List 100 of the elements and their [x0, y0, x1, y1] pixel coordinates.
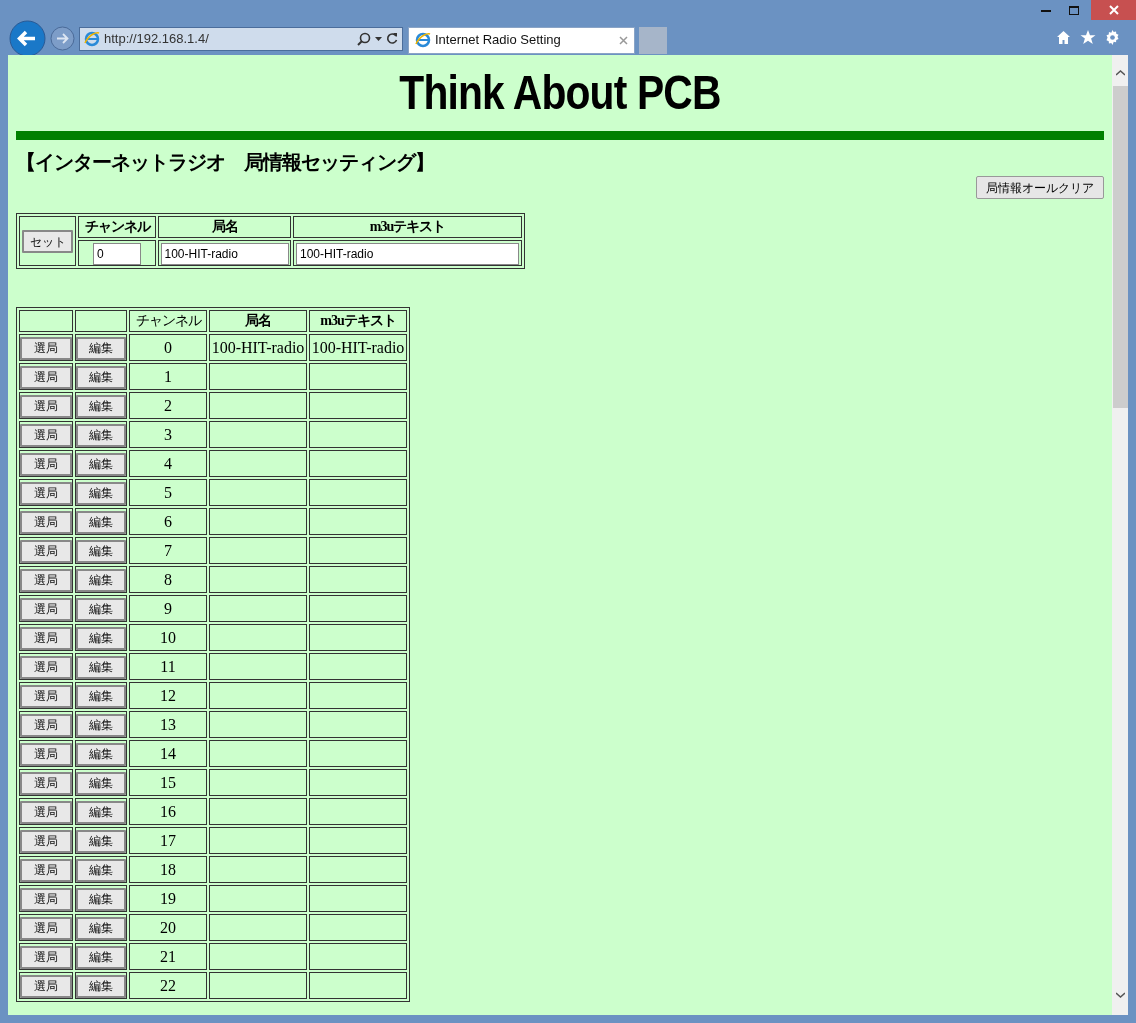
select-station-button[interactable]: 選局 [20, 974, 72, 998]
minimize-icon[interactable] [1041, 10, 1051, 13]
home-icon[interactable] [1056, 30, 1071, 45]
edit-button[interactable]: 編集 [76, 945, 126, 969]
scroll-down-icon[interactable] [1115, 992, 1125, 998]
page-heading: 【インターネットラジオ 局情報セッティング】 [16, 150, 435, 174]
refresh-icon[interactable] [386, 32, 398, 45]
select-station-button[interactable]: 選局 [20, 365, 72, 389]
edit-button[interactable]: 編集 [76, 858, 126, 882]
select-station-button[interactable]: 選局 [20, 684, 72, 708]
table-cell: 21 [129, 943, 207, 970]
select-station-button[interactable]: 選局 [20, 568, 72, 592]
select-station-button[interactable]: 選局 [20, 539, 72, 563]
column-header: 局名 [209, 310, 307, 332]
edit-button[interactable]: 編集 [76, 742, 126, 766]
table-cell: 8 [129, 566, 207, 593]
select-station-button[interactable]: 選局 [20, 423, 72, 447]
forward-icon[interactable] [50, 26, 75, 51]
table-cell: 17 [129, 827, 207, 854]
dropdown-caret-icon[interactable] [375, 36, 382, 41]
edit-button[interactable]: 編集 [76, 974, 126, 998]
table-cell: 9 [129, 595, 207, 622]
edit-button[interactable]: 編集 [76, 916, 126, 940]
edit-button[interactable]: 編集 [76, 481, 126, 505]
select-station-button[interactable]: 選局 [20, 481, 72, 505]
clear-all-button[interactable]: 局情報オールクリア [976, 176, 1104, 199]
table-cell: 0 [129, 334, 207, 361]
star-icon[interactable] [1080, 30, 1096, 45]
table-cell: 10 [129, 624, 207, 651]
select-station-button[interactable]: 選局 [20, 394, 72, 418]
edit-button[interactable]: 編集 [76, 829, 126, 853]
channel-input[interactable]: 0 [93, 243, 141, 265]
column-header: チャンネル [129, 310, 207, 332]
tab-title: Internet Radio Setting [435, 31, 562, 50]
table-cell: 3 [129, 421, 207, 448]
table-cell: 15 [129, 769, 207, 796]
back-icon[interactable] [9, 20, 46, 57]
edit-button[interactable]: 編集 [76, 626, 126, 650]
select-station-button[interactable]: 選局 [20, 916, 72, 940]
column-header: m3uテキスト [309, 310, 407, 332]
edit-button[interactable]: 編集 [76, 539, 126, 563]
browser-logo-icon [415, 32, 431, 48]
table-cell: 14 [129, 740, 207, 767]
edit-button[interactable]: 編集 [76, 365, 126, 389]
close-button[interactable] [1091, 0, 1136, 20]
select-station-button[interactable]: 選局 [20, 597, 72, 621]
column-header: 局名 [158, 216, 291, 238]
browser-logo-icon [84, 30, 100, 47]
edit-button[interactable]: 編集 [76, 887, 126, 911]
select-station-button[interactable]: 選局 [20, 887, 72, 911]
edit-button[interactable]: 編集 [76, 568, 126, 592]
close-icon [1108, 5, 1119, 15]
table-cell: 19 [129, 885, 207, 912]
close-icon[interactable] [619, 35, 628, 45]
edit-button[interactable]: 編集 [76, 800, 126, 824]
select-station-button[interactable]: 選局 [20, 771, 72, 795]
browser-tab[interactable]: Internet Radio Setting [408, 26, 635, 54]
edit-button[interactable]: 編集 [76, 771, 126, 795]
edit-button[interactable]: 編集 [76, 423, 126, 447]
table-cell: 6 [129, 508, 207, 535]
edit-button[interactable]: 編集 [76, 452, 126, 476]
table-cell: 7 [129, 537, 207, 564]
column-header: m3uテキスト [293, 216, 522, 238]
edit-button[interactable]: 編集 [76, 655, 126, 679]
edit-button[interactable]: 編集 [76, 510, 126, 534]
table-cell: 16 [129, 798, 207, 825]
edit-button[interactable]: 編集 [76, 336, 126, 360]
edit-button[interactable]: 編集 [76, 713, 126, 737]
table-cell: 100-HIT-radio [209, 334, 307, 361]
edit-button[interactable]: 編集 [76, 394, 126, 418]
table-cell: 11 [129, 653, 207, 680]
select-station-button[interactable]: 選局 [20, 742, 72, 766]
select-station-button[interactable]: 選局 [20, 452, 72, 476]
settings-icon[interactable] [1105, 30, 1120, 45]
station-name-input[interactable]: 100-HIT-radio [160, 243, 289, 265]
search-icon[interactable] [357, 31, 371, 46]
select-station-button[interactable]: 選局 [20, 510, 72, 534]
edit-button[interactable]: 編集 [76, 684, 126, 708]
table-cell: 2 [129, 392, 207, 419]
table-cell: 12 [129, 682, 207, 709]
m3u-text-input[interactable]: 100-HIT-radio [296, 243, 519, 265]
maximize-icon[interactable] [1069, 6, 1079, 15]
select-station-button[interactable]: 選局 [20, 829, 72, 853]
select-station-button[interactable]: 選局 [20, 945, 72, 969]
select-station-button[interactable]: 選局 [20, 713, 72, 737]
select-station-button[interactable]: 選局 [20, 858, 72, 882]
edit-button[interactable]: 編集 [76, 597, 126, 621]
set-button[interactable]: セット [22, 230, 73, 254]
table-cell: 22 [129, 972, 207, 999]
select-station-button[interactable]: 選局 [20, 655, 72, 679]
select-station-button[interactable]: 選局 [20, 336, 72, 360]
table-cell: 13 [129, 711, 207, 738]
table-cell: 18 [129, 856, 207, 883]
select-station-button[interactable]: 選局 [20, 800, 72, 824]
scrollbar[interactable] [1112, 55, 1128, 1015]
select-station-button[interactable]: 選局 [20, 626, 72, 650]
scroll-up-icon[interactable] [1115, 70, 1125, 76]
address-text: http://192.168.1.4/ [104, 29, 210, 48]
address-bar[interactable]: http://192.168.1.4/ [79, 26, 403, 51]
column-header: チャンネル [78, 216, 156, 238]
